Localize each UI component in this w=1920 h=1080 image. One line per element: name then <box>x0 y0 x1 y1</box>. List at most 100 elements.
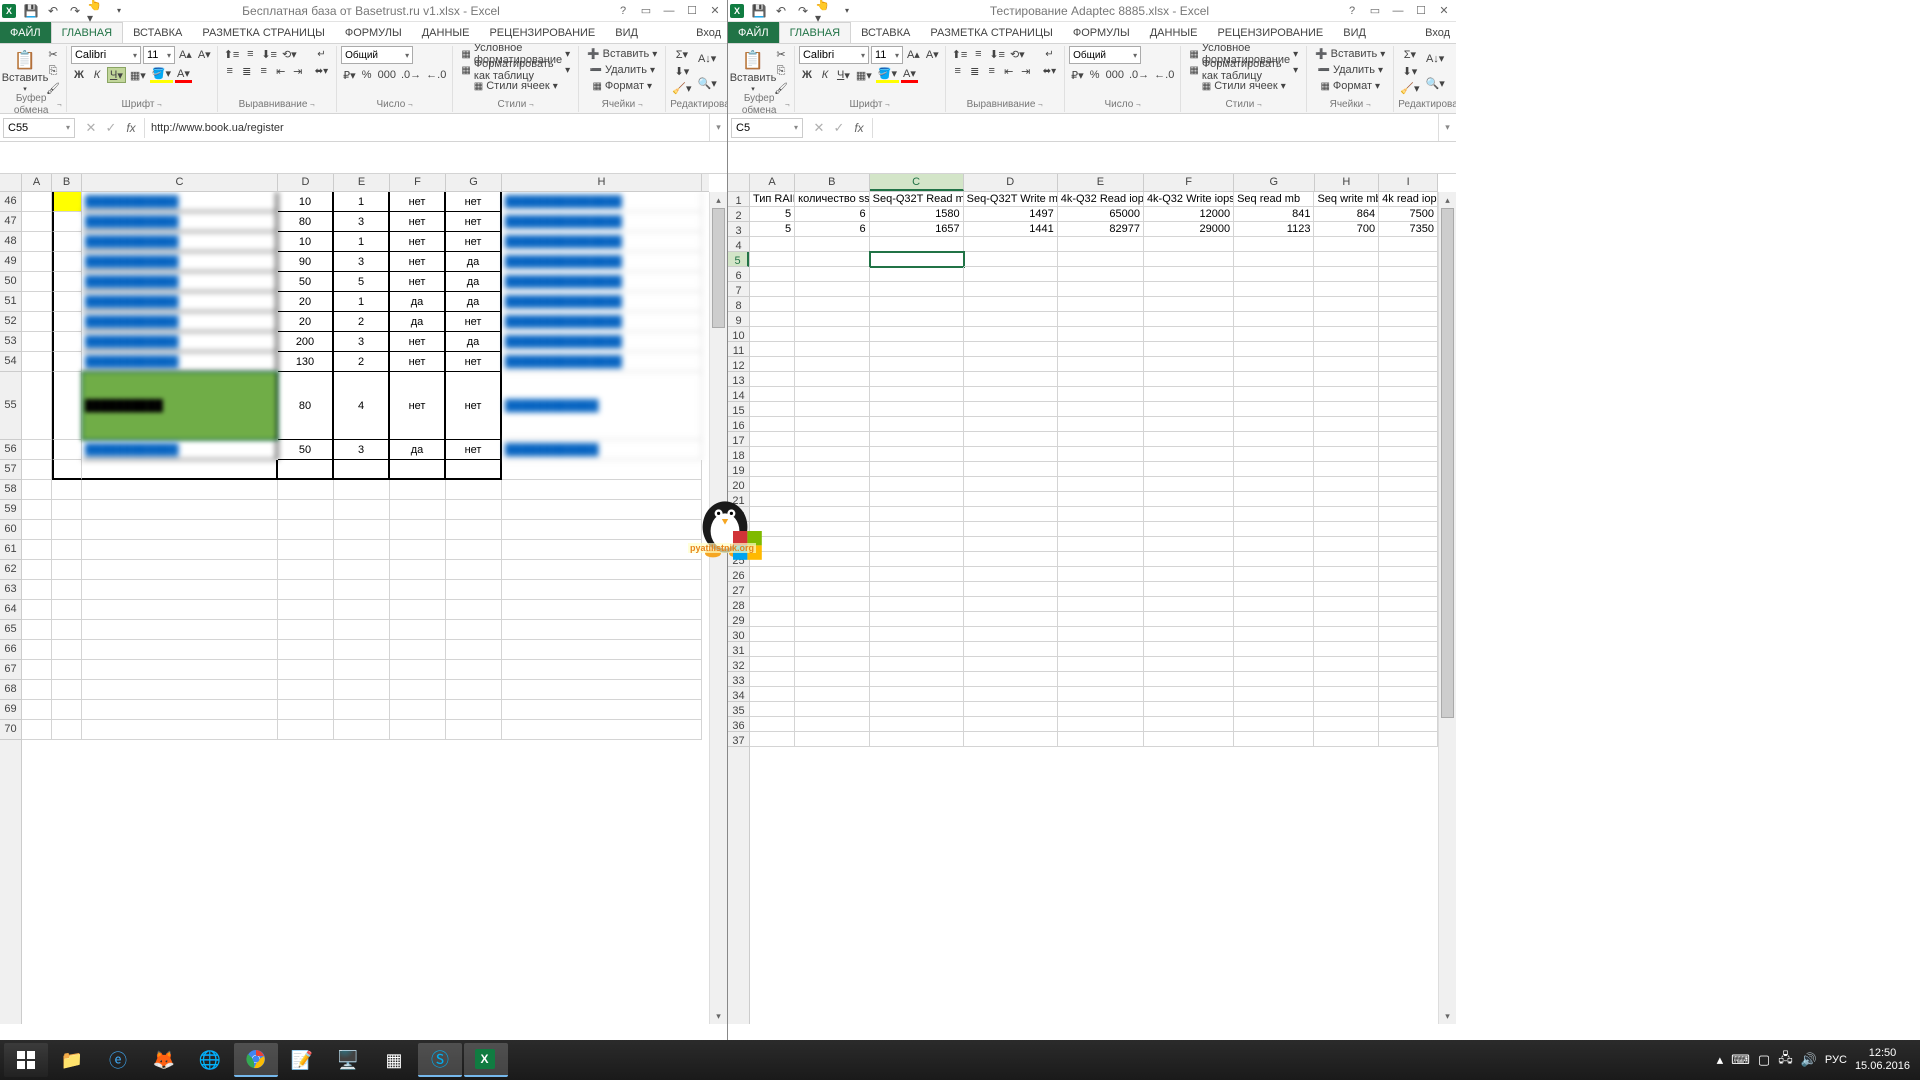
cell[interactable] <box>795 717 869 732</box>
row-header[interactable]: 68 <box>0 680 21 700</box>
cell[interactable] <box>22 560 52 580</box>
cell[interactable] <box>964 462 1058 477</box>
cell[interactable] <box>1058 387 1144 402</box>
cell[interactable] <box>795 462 869 477</box>
cell[interactable]: ████████████ <box>82 272 278 292</box>
cancel-formula-icon[interactable]: ✕ <box>810 120 828 136</box>
cell[interactable] <box>870 312 964 327</box>
cell[interactable] <box>1314 552 1379 567</box>
row-header[interactable]: 26 <box>728 567 749 582</box>
column-header[interactable]: A <box>750 174 795 191</box>
cell[interactable] <box>278 620 334 640</box>
cell[interactable]: 1441 <box>964 222 1058 237</box>
cell[interactable] <box>870 387 964 402</box>
cell[interactable]: 7500 <box>1379 207 1438 222</box>
cell[interactable]: нет <box>390 332 446 352</box>
cell[interactable] <box>964 342 1058 357</box>
cell[interactable] <box>390 580 446 600</box>
cell[interactable] <box>22 680 52 700</box>
format-cells-button[interactable]: ▦ Формат ▾ <box>583 78 661 94</box>
cell[interactable] <box>795 297 869 312</box>
autosum-icon[interactable]: Σ▾ <box>670 46 693 62</box>
cell[interactable] <box>390 680 446 700</box>
cell[interactable] <box>870 717 964 732</box>
cell[interactable] <box>1144 582 1234 597</box>
cell[interactable] <box>334 640 390 660</box>
cell[interactable] <box>52 292 82 312</box>
row-header[interactable]: 63 <box>0 580 21 600</box>
cell[interactable]: ███████████████ <box>502 232 702 252</box>
cell[interactable] <box>795 657 869 672</box>
cell[interactable] <box>390 500 446 520</box>
cell[interactable] <box>1234 312 1314 327</box>
border-icon[interactable]: ▦▾ <box>854 67 874 83</box>
cell[interactable] <box>22 660 52 680</box>
cell[interactable] <box>795 522 869 537</box>
font-name-select[interactable]: Calibri <box>71 46 141 64</box>
cell[interactable] <box>870 642 964 657</box>
cell[interactable] <box>750 252 795 267</box>
cell[interactable] <box>334 560 390 580</box>
cell[interactable] <box>1058 297 1144 312</box>
cell[interactable]: ███████████████ <box>502 192 702 212</box>
copy-icon[interactable]: ⎘ <box>44 63 62 79</box>
cell[interactable] <box>795 597 869 612</box>
column-header[interactable]: D <box>964 174 1058 191</box>
cell[interactable] <box>446 700 502 720</box>
cell[interactable] <box>502 600 702 620</box>
cell[interactable] <box>870 702 964 717</box>
cell[interactable] <box>750 417 795 432</box>
touch-mode-icon[interactable]: 👆▾ <box>815 1 835 21</box>
cell[interactable] <box>52 312 82 332</box>
cell[interactable] <box>446 580 502 600</box>
cell[interactable] <box>750 312 795 327</box>
save-icon[interactable]: 💾 <box>21 1 41 21</box>
cell[interactable] <box>750 372 795 387</box>
cell[interactable]: 65000 <box>1058 207 1144 222</box>
cell[interactable] <box>1379 477 1438 492</box>
cell[interactable] <box>82 720 278 740</box>
cell[interactable]: нет <box>446 192 502 212</box>
cell[interactable]: ████████████ <box>82 192 278 212</box>
cell[interactable]: Seq read mb <box>1234 192 1314 207</box>
cell[interactable] <box>870 507 964 522</box>
close-icon[interactable]: ✕ <box>705 2 725 20</box>
cell[interactable]: ███████████████ <box>502 212 702 232</box>
cell[interactable] <box>964 282 1058 297</box>
cell[interactable] <box>795 507 869 522</box>
cell[interactable] <box>22 252 52 272</box>
cell[interactable] <box>795 327 869 342</box>
formula-input[interactable]: http://www.book.ua/register <box>145 122 709 134</box>
row-header[interactable]: 37 <box>728 732 749 747</box>
row-header[interactable]: 32 <box>728 657 749 672</box>
cell[interactable] <box>1234 327 1314 342</box>
border-icon[interactable]: ▦▾ <box>128 67 148 83</box>
column-header[interactable]: E <box>1058 174 1144 191</box>
notepad-plus-icon[interactable]: 📝 <box>280 1043 324 1077</box>
row-header[interactable]: 65 <box>0 620 21 640</box>
cell[interactable] <box>52 580 82 600</box>
cell[interactable] <box>1379 447 1438 462</box>
cell[interactable]: нет <box>446 312 502 332</box>
tray-expand-icon[interactable]: ▴ <box>1717 1052 1724 1068</box>
cell[interactable] <box>795 357 869 372</box>
formula-expand-icon[interactable]: ▾ <box>1438 114 1456 141</box>
cell[interactable] <box>334 720 390 740</box>
cell[interactable] <box>1314 477 1379 492</box>
cell[interactable] <box>1144 672 1234 687</box>
cell[interactable] <box>502 720 702 740</box>
cell[interactable] <box>1379 252 1438 267</box>
cell[interactable] <box>52 520 82 540</box>
row-header[interactable]: 64 <box>0 600 21 620</box>
delete-cells-button[interactable]: ➖ Удалить ▾ <box>583 62 661 78</box>
cell[interactable] <box>1234 732 1314 747</box>
cell[interactable] <box>22 480 52 500</box>
cell[interactable] <box>52 540 82 560</box>
help-icon[interactable]: ? <box>613 2 633 20</box>
cell[interactable] <box>870 492 964 507</box>
cell[interactable] <box>870 282 964 297</box>
cell[interactable] <box>1379 312 1438 327</box>
cell[interactable] <box>870 447 964 462</box>
cell[interactable] <box>82 620 278 640</box>
cell[interactable] <box>1379 672 1438 687</box>
